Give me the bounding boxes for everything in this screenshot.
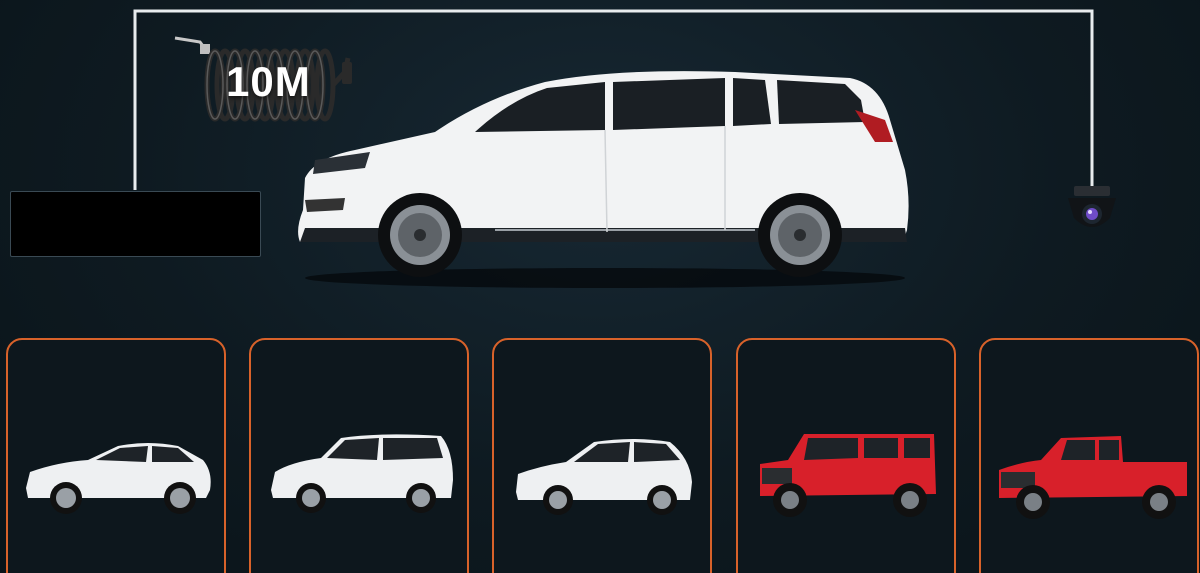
red-pickup-image — [999, 436, 1187, 519]
vehicle-card-pickup — [979, 338, 1199, 573]
installation-diagram: 10M — [0, 0, 1200, 320]
vehicle-card-hatchback — [492, 338, 712, 573]
vehicle-card-suv-coupe — [6, 338, 226, 573]
compatible-vehicles — [0, 338, 1200, 573]
vehicle-card-jeep — [736, 338, 956, 573]
mirror-monitor — [10, 191, 261, 257]
white-hatchback-image — [516, 439, 692, 515]
red-jeep-image — [760, 434, 936, 517]
white-minivan-image — [271, 434, 453, 513]
product-illustration: 10M — [0, 0, 1200, 573]
rear-camera-icon — [1068, 186, 1116, 227]
vehicle-card-minivan — [249, 338, 469, 573]
white-suv-image — [26, 443, 211, 514]
minivan-image — [298, 71, 909, 288]
